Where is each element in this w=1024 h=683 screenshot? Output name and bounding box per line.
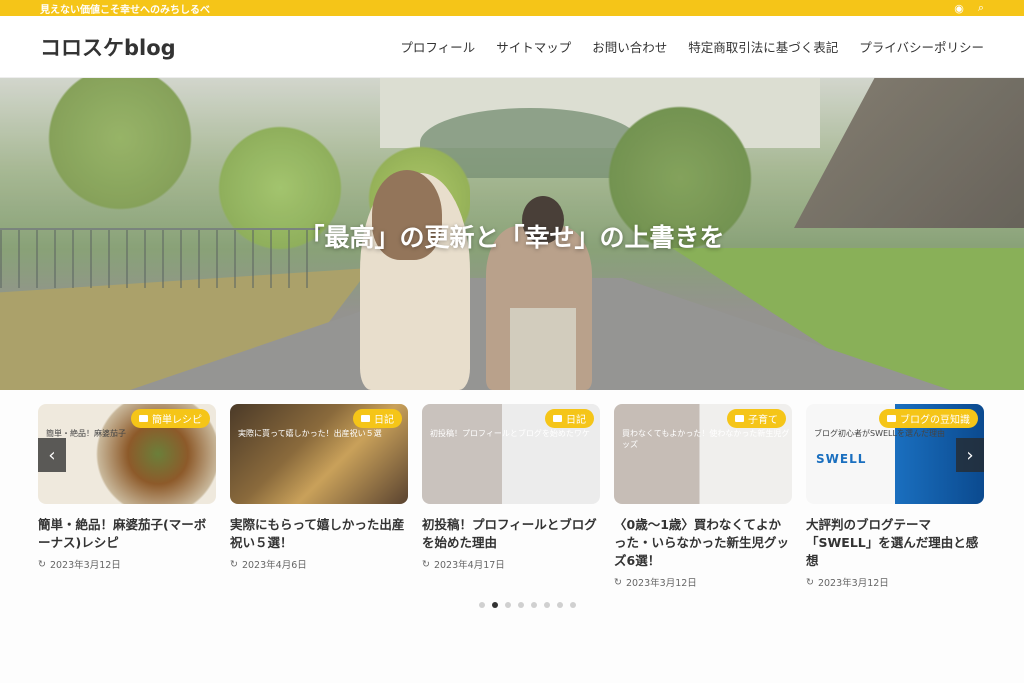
post-slider: 簡単・絶品！麻婆茄子 簡単レシピ 簡単・絶品！麻婆茄子(マーボーナス)レシピ ↻…: [0, 390, 1024, 608]
category-badge[interactable]: ブログの豆知識: [879, 409, 978, 428]
chevron-left-icon: ‹: [48, 444, 56, 466]
post-card[interactable]: ブログ初心者がSWELLを選んだ理由 SWELL ブログの豆知識 大評判のブログ…: [806, 404, 984, 589]
post-title[interactable]: 実際にもらって嬉しかった出産祝い５選！: [230, 516, 408, 552]
site-header: コロスケblog プロフィール サイトマップ お問い合わせ 特定商取引法に基づく…: [0, 16, 1024, 78]
post-card[interactable]: 初投稿！プロフィールとブログを始めたワケ 日記 初投稿！プロフィールとブログを始…: [422, 404, 600, 589]
nav-privacy[interactable]: プライバシーポリシー: [859, 37, 984, 56]
search-icon[interactable]: ⌕: [978, 1, 984, 15]
refresh-icon: ↻: [422, 558, 430, 570]
post-card[interactable]: 簡単・絶品！麻婆茄子 簡単レシピ 簡単・絶品！麻婆茄子(マーボーナス)レシピ ↻…: [38, 404, 216, 589]
nav-contact[interactable]: お問い合わせ: [592, 37, 667, 56]
rss-icon[interactable]: ◉: [954, 2, 964, 15]
pagination-dot[interactable]: [543, 602, 550, 608]
post-date: 2023年4月6日: [241, 560, 307, 571]
pagination-dot[interactable]: [491, 602, 498, 608]
thumbnail-text: ブログ初心者がSWELLを選んだ理由: [814, 429, 945, 438]
post-title[interactable]: 大評判のブログテーマ「SWELL」を選んだ理由と感想: [806, 516, 984, 570]
hero-catchphrase: 「最高」の更新と「幸せ」の上書きを: [299, 223, 725, 252]
thumbnail-text: 買わなくてもよかった！使わなかった新生児グッズ: [622, 429, 790, 449]
post-card[interactable]: 実際に貰って嬉しかった！出産祝い５選 日記 実際にもらって嬉しかった出産祝い５選…: [230, 404, 408, 589]
nav-profile[interactable]: プロフィール: [400, 37, 475, 56]
folder-icon: [887, 415, 896, 422]
pagination-dot[interactable]: [569, 602, 576, 608]
pagination-dot[interactable]: [504, 602, 511, 608]
pagination-dot[interactable]: [517, 602, 524, 608]
category-badge[interactable]: 簡単レシピ: [131, 409, 210, 428]
nav-tokushoho[interactable]: 特定商取引法に基づく表記: [688, 37, 838, 56]
category-badge[interactable]: 日記: [545, 409, 594, 428]
nav-sitemap[interactable]: サイトマップ: [496, 37, 571, 56]
slider-next-button[interactable]: ›: [956, 438, 984, 472]
chevron-right-icon: ›: [966, 444, 974, 466]
pagination-dot[interactable]: [556, 602, 563, 608]
refresh-icon: ↻: [38, 558, 46, 570]
post-date: 2023年4月17日: [433, 560, 505, 571]
category-badge[interactable]: 子育て: [727, 409, 786, 428]
main-nav: プロフィール サイトマップ お問い合わせ 特定商取引法に基づく表記 プライバシー…: [400, 37, 984, 56]
thumbnail-text: 初投稿！プロフィールとブログを始めたワケ: [430, 429, 590, 438]
site-logo[interactable]: コロスケblog: [40, 32, 176, 62]
slider-pagination: [0, 602, 1024, 608]
refresh-icon: ↻: [614, 576, 622, 588]
pagination-dot[interactable]: [530, 602, 537, 608]
refresh-icon: ↻: [230, 558, 238, 570]
pagination-dot[interactable]: [478, 602, 485, 608]
post-date: 2023年3月12日: [49, 560, 121, 571]
thumbnail-text: 実際に貰って嬉しかった！出産祝い５選: [238, 429, 382, 438]
hero-banner: 「最高」の更新と「幸せ」の上書きを: [0, 78, 1024, 390]
folder-icon: [361, 415, 370, 422]
post-title[interactable]: 簡単・絶品！麻婆茄子(マーボーナス)レシピ: [38, 516, 216, 552]
site-tagline: 見えない価値こそ幸せへのみちしるべ: [40, 4, 210, 16]
post-date: 2023年3月12日: [817, 578, 889, 589]
slider-prev-button[interactable]: ‹: [38, 438, 66, 472]
category-badge[interactable]: 日記: [353, 409, 402, 428]
folder-icon: [553, 415, 562, 422]
top-bar: 見えない価値こそ幸せへのみちしるべ ◉ ⌕: [0, 0, 1024, 16]
post-title[interactable]: 〈0歳〜1歳〉買わなくてよかった・いらなかった新生児グッズ6選！: [614, 516, 792, 570]
folder-icon: [735, 415, 744, 422]
post-thumbnail[interactable]: 初投稿！プロフィールとブログを始めたワケ 日記: [422, 404, 600, 504]
post-card[interactable]: 買わなくてもよかった！使わなかった新生児グッズ 子育て 〈0歳〜1歳〉買わなくて…: [614, 404, 792, 589]
folder-icon: [139, 415, 148, 422]
post-date: 2023年3月12日: [625, 578, 697, 589]
refresh-icon: ↻: [806, 576, 814, 588]
swell-logo: SWELL: [816, 452, 867, 466]
post-thumbnail[interactable]: 実際に貰って嬉しかった！出産祝い５選 日記: [230, 404, 408, 504]
post-thumbnail[interactable]: 買わなくてもよかった！使わなかった新生児グッズ 子育て: [614, 404, 792, 504]
post-title[interactable]: 初投稿！プロフィールとブログを始めた理由: [422, 516, 600, 552]
